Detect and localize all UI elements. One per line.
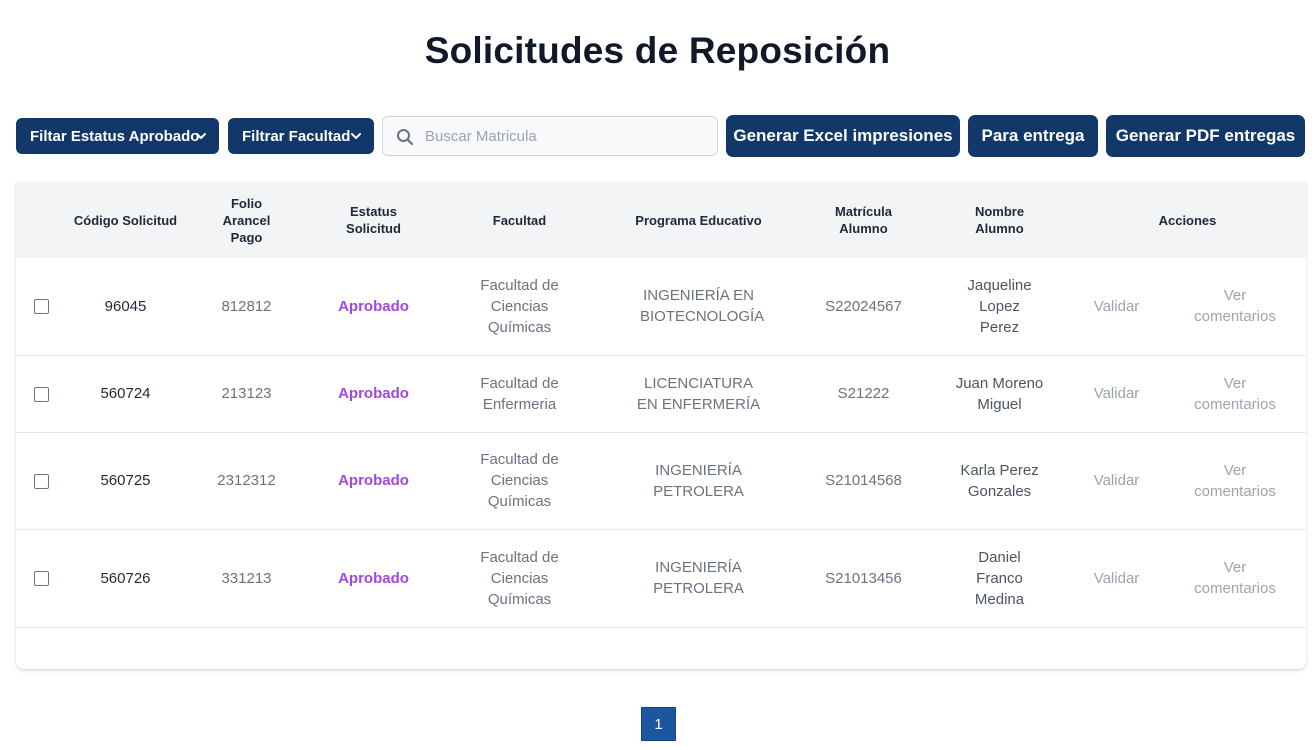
status-cell: Aprobado: [308, 432, 439, 530]
view-comments-link[interactable]: Ver comentarios: [1164, 529, 1306, 628]
faculty-filter-label: Filtrar Facultad: [242, 127, 351, 145]
toolbar: Filtar Estatus Aprobado Filtrar Facultad…: [16, 115, 1306, 157]
status-cell: Aprobado: [308, 529, 439, 628]
name-cell: Juan Moreno Miguel: [930, 355, 1069, 433]
checkbox-icon[interactable]: [33, 299, 49, 315]
search-icon: [397, 129, 414, 146]
table-row: 560726 331213 Aprobado Facultad de Cienc…: [16, 529, 1306, 628]
header-name-label: Nombre Alumno: [974, 204, 1025, 236]
status-cell: Aprobado: [308, 355, 439, 433]
requests-table: Código Solicitud Folio Arancel Pago Esta…: [16, 182, 1306, 628]
row-select[interactable]: [16, 258, 66, 356]
search-input[interactable]: [425, 117, 710, 155]
header-faculty[interactable]: Facultad: [439, 182, 600, 258]
code-cell: 96045: [66, 258, 185, 356]
chevron-down-icon: [351, 133, 361, 139]
chevron-down-icon: [196, 133, 206, 139]
header-status-label: Estatus Solicitud: [346, 204, 401, 236]
code-cell: 560726: [66, 529, 185, 628]
requests-table-card: Código Solicitud Folio Arancel Pago Esta…: [16, 182, 1306, 669]
name-cell: Karla Perez Gonzales: [930, 432, 1069, 530]
header-matricula[interactable]: Matrícula Alumno: [797, 182, 930, 258]
validate-link[interactable]: Validar: [1069, 258, 1164, 356]
matricula-cell: S21222: [797, 355, 930, 433]
matricula-cell: S21014568: [797, 432, 930, 530]
faculty-cell: Facultad de Ciencias Químicas: [439, 432, 600, 530]
folio-cell: 213123: [185, 355, 308, 433]
checkbox-icon[interactable]: [33, 571, 49, 587]
pagination-page-button[interactable]: 1: [641, 707, 676, 741]
header-program[interactable]: Programa Educativo: [600, 182, 797, 258]
table-row: 96045 812812 Aprobado Facultad de Cienci…: [16, 258, 1306, 356]
header-status[interactable]: Estatus Solicitud: [308, 182, 439, 258]
folio-cell: 331213: [185, 529, 308, 628]
table-row: 560725 2312312 Aprobado Facultad de Cien…: [16, 432, 1306, 530]
view-comments-link[interactable]: Ver comentarios: [1164, 258, 1306, 356]
faculty-cell: Facultad de Ciencias Químicas: [439, 258, 600, 356]
matricula-cell: S22024567: [797, 258, 930, 356]
name-cell: Jaqueline Lopez Perez: [930, 258, 1069, 356]
generate-excel-button[interactable]: Generar Excel impresiones: [726, 115, 960, 157]
header-folio-label: Folio Arancel Pago: [222, 195, 271, 245]
status-cell: Aprobado: [308, 258, 439, 356]
table-row: 560724 213123 Aprobado Facultad de Enfer…: [16, 355, 1306, 433]
name-cell: Daniel Franco Medina: [930, 529, 1069, 628]
program-cell: LICENCIATURA EN ENFERMERÍA: [600, 355, 797, 433]
folio-cell: 812812: [185, 258, 308, 356]
header-code[interactable]: Código Solicitud: [66, 182, 185, 258]
program-cell: INGENIERÍA PETROLERA: [600, 432, 797, 530]
header-matricula-label: Matrícula Alumno: [834, 204, 893, 236]
code-cell: 560725: [66, 432, 185, 530]
status-filter-dropdown[interactable]: Filtar Estatus Aprobado: [16, 118, 219, 154]
folio-cell: 2312312: [185, 432, 308, 530]
matricula-cell: S21013456: [797, 529, 930, 628]
faculty-cell: Facultad de Ciencias Químicas: [439, 529, 600, 628]
validate-link[interactable]: Validar: [1069, 432, 1164, 530]
header-select: [16, 182, 66, 258]
generate-pdf-button[interactable]: Generar PDF entregas: [1106, 115, 1305, 157]
view-comments-link[interactable]: Ver comentarios: [1164, 355, 1306, 433]
checkbox-icon[interactable]: [33, 386, 49, 402]
program-cell: INGENIERÍA PETROLERA: [600, 529, 797, 628]
validate-link[interactable]: Validar: [1069, 529, 1164, 628]
status-filter-label: Filtar Estatus Aprobado: [30, 127, 200, 145]
page-title: Solicitudes de Reposición: [424, 30, 891, 71]
row-select[interactable]: [16, 355, 66, 433]
view-comments-link[interactable]: Ver comentarios: [1164, 432, 1306, 530]
header-actions: Acciones: [1158, 212, 1217, 228]
program-cell: INGENIERÍA EN BIOTECNOLOGÍA: [600, 258, 797, 356]
search-box: [382, 116, 718, 156]
faculty-filter-dropdown[interactable]: Filtrar Facultad: [228, 118, 374, 154]
checkbox-icon[interactable]: [33, 473, 49, 489]
row-select[interactable]: [16, 432, 66, 530]
row-select[interactable]: [16, 529, 66, 628]
code-cell: 560724: [66, 355, 185, 433]
page: Solicitudes de Reposición Filtar Estatus…: [0, 0, 1315, 750]
header-folio[interactable]: Folio Arancel Pago: [185, 182, 308, 258]
table-header-row: Código Solicitud Folio Arancel Pago Esta…: [16, 182, 1306, 258]
faculty-cell: Facultad de Enfermeria: [439, 355, 600, 433]
header-name[interactable]: Nombre Alumno: [930, 182, 1069, 258]
for-delivery-button[interactable]: Para entrega: [968, 115, 1098, 157]
validate-link[interactable]: Validar: [1069, 355, 1164, 433]
